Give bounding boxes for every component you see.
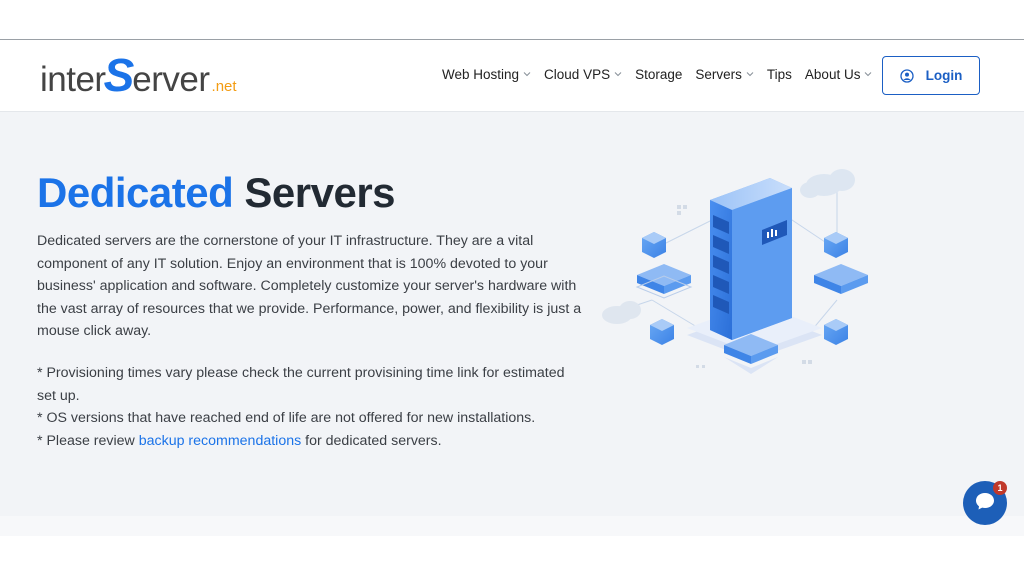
provisioning-notes: * Provisioning times vary please check t…	[37, 362, 582, 452]
hero-section: Dedicated Servers Dedicated servers are …	[0, 112, 1024, 516]
node-slab-icon	[635, 264, 693, 299]
logo-text-s: S	[103, 49, 135, 101]
node-cube-icon	[824, 319, 848, 345]
logo-text-erver: erver	[132, 60, 210, 99]
nav-label: Cloud VPS	[544, 66, 611, 82]
nav-label: Storage	[635, 66, 683, 82]
nav-item-web-hosting[interactable]: Web Hosting	[442, 67, 531, 82]
user-circle-icon	[899, 68, 914, 83]
node-slab-icon	[814, 264, 868, 294]
hero-description: Dedicated servers are the cornerstone of…	[37, 233, 582, 339]
note-os-eol: * OS versions that have reached end of l…	[37, 410, 536, 426]
note-backup: * Please review backup recommendations f…	[37, 430, 582, 453]
cloud-icon	[800, 169, 855, 198]
chevron-down-icon	[523, 70, 531, 78]
chevron-down-icon	[864, 70, 872, 78]
server-rack-illustration	[592, 160, 882, 390]
chevron-down-icon	[614, 70, 622, 78]
chevron-down-icon	[746, 70, 754, 78]
note-backup-suffix: for dedicated servers.	[301, 432, 442, 449]
logo-text-tld: .net	[211, 78, 237, 95]
logo-text-inter: inter	[40, 60, 106, 99]
login-button[interactable]: Login	[882, 56, 980, 95]
nav-label: Servers	[695, 66, 742, 82]
nav-label: About Us	[804, 66, 861, 82]
node-cube-icon	[824, 232, 848, 258]
nav-item-tips[interactable]: Tips	[767, 67, 792, 82]
main-nav: Web Hosting Cloud VPS Storage Servers Ti…	[442, 64, 885, 84]
nav-item-servers[interactable]: Servers	[695, 67, 754, 82]
title-rest: Servers	[244, 169, 396, 216]
node-cube-icon	[642, 232, 666, 258]
section-divider-band	[0, 516, 1024, 536]
node-cube-icon	[650, 319, 674, 345]
nav-item-storage[interactable]: Storage	[635, 67, 682, 82]
nav-label: Web Hosting	[442, 66, 520, 82]
page-title: Dedicated Servers	[37, 169, 396, 217]
chat-bubble-icon	[974, 490, 996, 517]
site-header: inter S erver .net Web Hosting Cloud VPS…	[0, 40, 1024, 112]
note-backup-prefix: * Please review	[37, 432, 139, 449]
interserver-logo[interactable]: inter S erver .net	[40, 50, 237, 100]
cloud-icon	[602, 301, 641, 324]
chat-notification-badge: 1	[993, 481, 1007, 495]
nav-item-about-us[interactable]: About Us	[805, 67, 873, 82]
note-provisioning: * Provisioning times vary please check t…	[37, 365, 565, 404]
nav-label: Tips	[766, 66, 792, 82]
login-label: Login	[925, 68, 963, 83]
server-rack-icon	[710, 178, 792, 340]
backup-recommendations-link[interactable]: backup recommendations	[139, 433, 301, 449]
nav-item-cloud-vps[interactable]: Cloud VPS	[544, 67, 622, 82]
title-highlight: Dedicated	[37, 169, 234, 216]
